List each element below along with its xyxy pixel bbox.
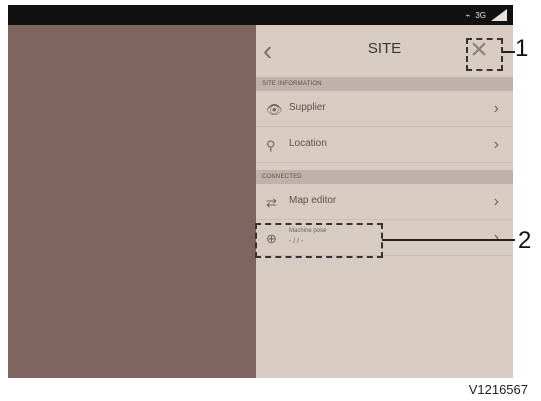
chevron-right-icon: › [493, 229, 499, 246]
section-label-site-information: SITE INFORMATION [256, 77, 513, 91]
eye-icon: 👁 [266, 102, 283, 117]
link-icon: ⌁ [465, 10, 471, 20]
callout-line-close [502, 51, 515, 53]
callout-number-2: 2 [518, 227, 532, 254]
callout-line-machine-pose [382, 239, 515, 241]
figure-caption: V1216567 [468, 382, 528, 397]
map-editor-label: Map editor [289, 195, 337, 206]
site-panel: ‹ SITE × SITE INFORMATION 👁 Supplier › ⚲… [256, 25, 513, 378]
chevron-right-icon: › [493, 136, 499, 153]
section-label-connected: CONNECTED [256, 170, 513, 184]
callout-box-close [466, 38, 503, 71]
chevron-right-icon: › [493, 100, 499, 117]
site-item-supplier[interactable]: 👁 Supplier › [256, 92, 513, 127]
chevron-right-icon: › [493, 193, 499, 210]
site-item-location[interactable]: ⚲ Location › [256, 128, 513, 163]
location-label: Location [289, 138, 327, 149]
map-pane[interactable] [8, 25, 256, 378]
site-item-map-editor[interactable]: ⇄ Map editor › [256, 185, 513, 220]
status-bar: ⌁ 3G [8, 5, 513, 25]
callout-number-1: 1 [515, 35, 529, 62]
person-pin-icon: ⚲ [266, 138, 276, 153]
supplier-label: Supplier [289, 102, 326, 113]
callout-box-machine-pose [255, 223, 383, 258]
signal-icon [491, 9, 507, 21]
network-indicator: 3G [475, 10, 486, 20]
map-editor-icon: ⇄ [266, 195, 277, 210]
status-icons: ⌁ 3G [465, 8, 507, 22]
